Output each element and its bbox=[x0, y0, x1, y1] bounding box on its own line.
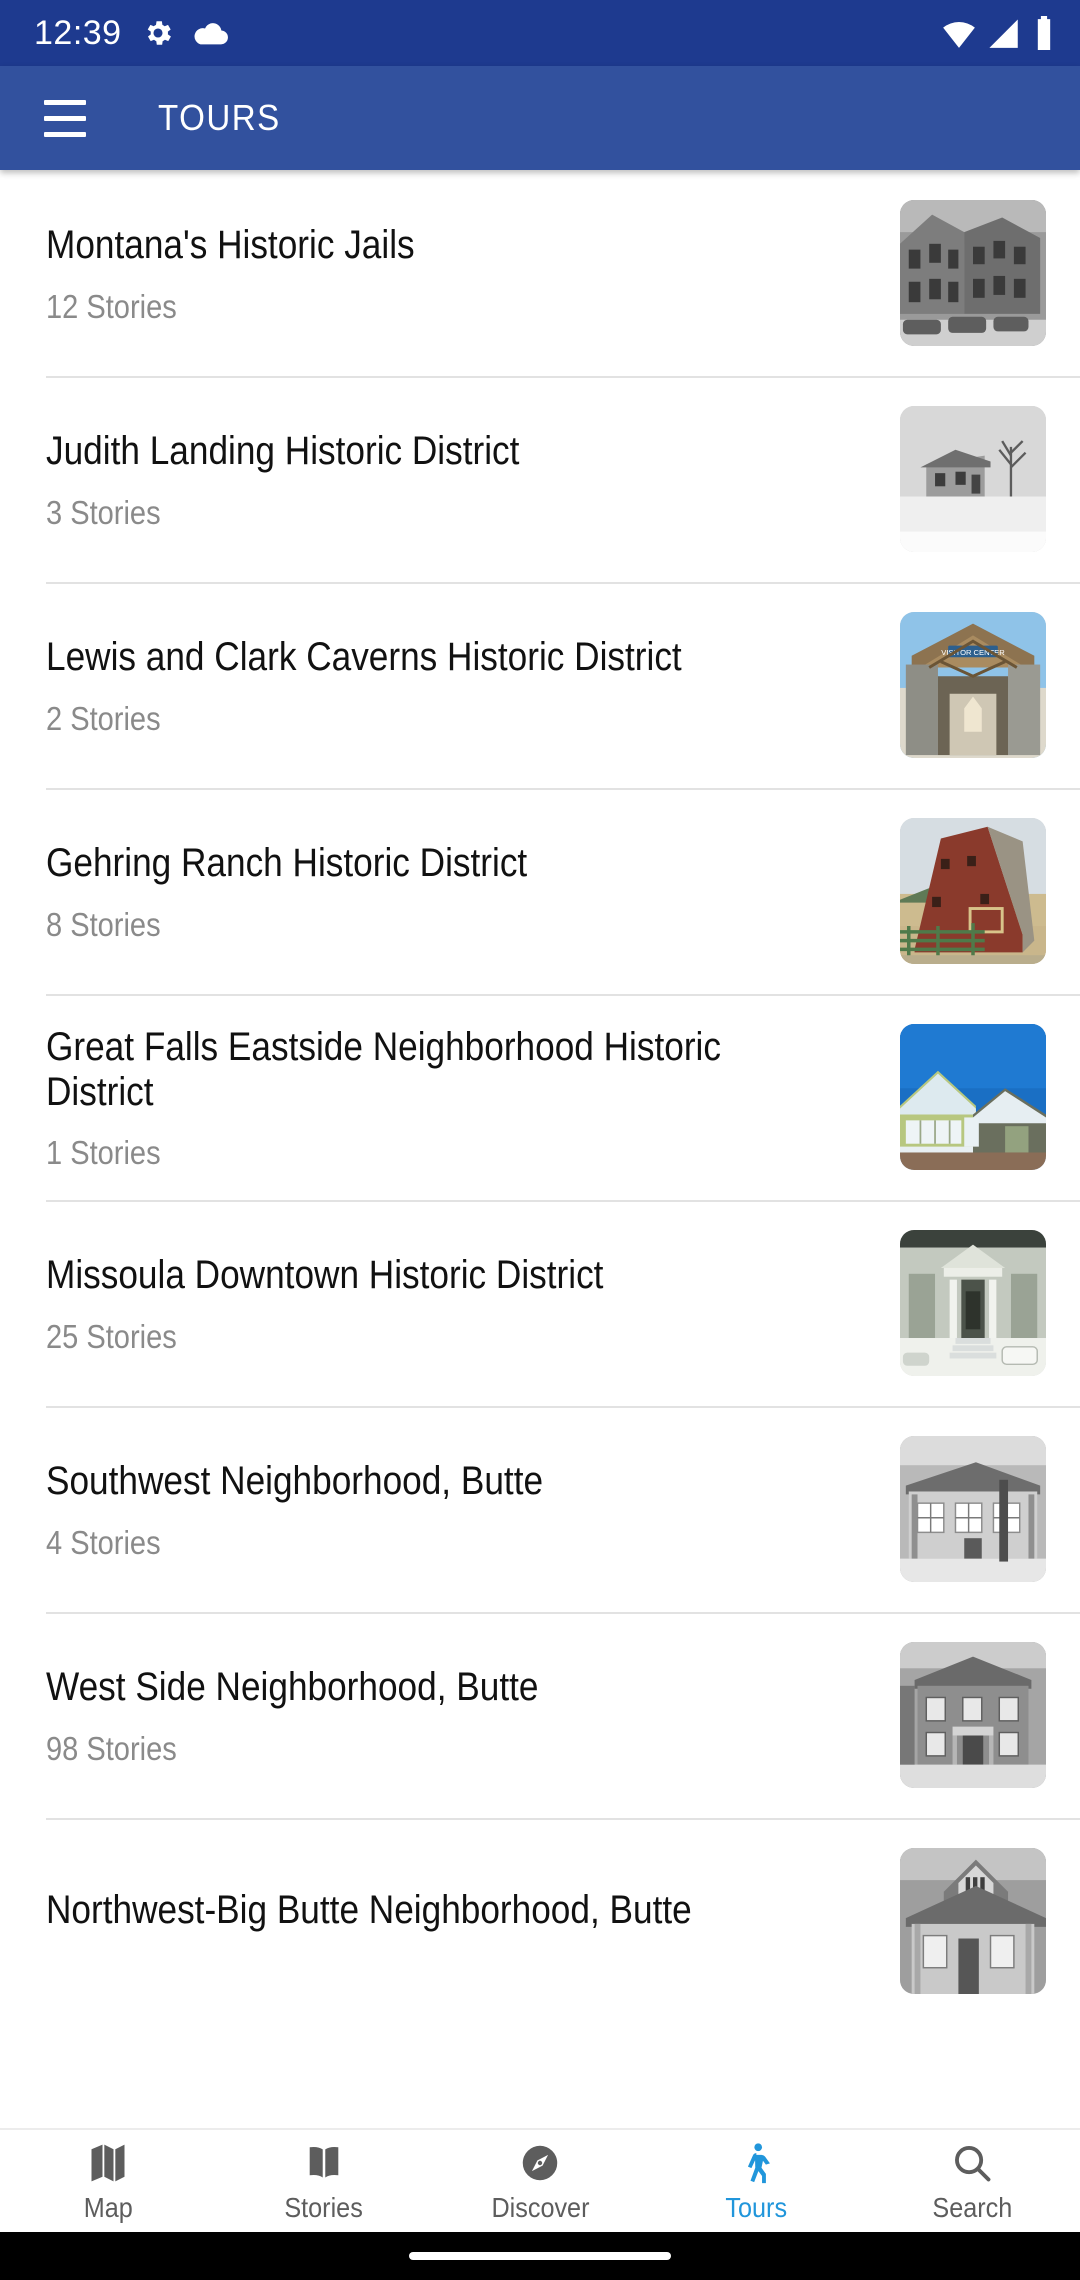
list-item[interactable]: Montana's Historic Jails 12 Stories bbox=[0, 170, 1080, 376]
list-item-title: Missoula Downtown Historic District bbox=[46, 1253, 604, 1298]
cloud-icon bbox=[194, 23, 228, 45]
bw-stone-building-thumbnail bbox=[900, 200, 1046, 346]
status-bar: 12:39 bbox=[0, 0, 1080, 66]
bw-house-porch-thumbnail bbox=[900, 1436, 1046, 1582]
open-book-icon bbox=[302, 2140, 346, 2186]
status-bar-left: 12:39 bbox=[34, 16, 228, 50]
wifi-icon bbox=[943, 21, 975, 48]
app-root: 12:39 TOURS Montana's Historic Jails 12 … bbox=[0, 0, 1080, 2280]
hamburger-bar bbox=[44, 131, 86, 137]
list-item-text: Montana's Historic Jails 12 Stories bbox=[46, 223, 900, 323]
page-title: TOURS bbox=[158, 97, 281, 138]
list-item-title: Gehring Ranch Historic District bbox=[46, 841, 528, 886]
green-bungalow-thumbnail bbox=[900, 1024, 1046, 1170]
list-item[interactable]: Gehring Ranch Historic District 8 Storie… bbox=[0, 788, 1080, 994]
bw-two-story-house-thumbnail bbox=[900, 1642, 1046, 1788]
list-item-text: Great Falls Eastside Neighborhood Histor… bbox=[46, 1025, 900, 1170]
list-item-text: Southwest Neighborhood, Butte 4 Stories bbox=[46, 1459, 900, 1559]
nav-label-stories: Stories bbox=[284, 2192, 364, 2223]
status-bar-clock: 12:39 bbox=[34, 14, 122, 52]
cellular-signal-icon bbox=[989, 19, 1018, 48]
nav-item-tours[interactable]: Tours bbox=[648, 2130, 864, 2232]
list-item-stories: 3 Stories bbox=[46, 493, 161, 531]
list-item-text: Missoula Downtown Historic District 25 S… bbox=[46, 1253, 900, 1353]
list-item-stories: 25 Stories bbox=[46, 1317, 177, 1355]
visitor-center-pavilion-thumbnail: VISITOR CENTER bbox=[900, 612, 1046, 758]
system-gesture-bar bbox=[0, 2232, 1080, 2280]
gesture-pill[interactable] bbox=[409, 2252, 671, 2260]
red-barn-thumbnail bbox=[900, 818, 1046, 964]
list-item-title: Northwest-Big Butte Neighborhood, Butte bbox=[46, 1887, 692, 1932]
hamburger-menu-icon[interactable] bbox=[34, 87, 96, 149]
list-item-title: West Side Neighborhood, Butte bbox=[46, 1665, 539, 1710]
nav-item-stories[interactable]: Stories bbox=[216, 2130, 432, 2232]
nav-label-search: Search bbox=[932, 2192, 1012, 2223]
list-item-stories: 98 Stories bbox=[46, 1729, 177, 1767]
hamburger-bar bbox=[44, 99, 86, 105]
list-item[interactable]: Great Falls Eastside Neighborhood Histor… bbox=[0, 994, 1080, 1200]
list-item-text: West Side Neighborhood, Butte 98 Stories bbox=[46, 1665, 900, 1765]
search-icon bbox=[950, 2140, 994, 2186]
list-item-text: Lewis and Clark Caverns Historic Distric… bbox=[46, 635, 900, 735]
list-item-title: Southwest Neighborhood, Butte bbox=[46, 1459, 544, 1504]
list-item-title: Great Falls Eastside Neighborhood Histor… bbox=[46, 1024, 721, 1114]
bw-gabled-house-thumbnail bbox=[900, 1848, 1046, 1994]
compass-icon bbox=[518, 2140, 562, 2186]
app-bar: TOURS bbox=[0, 66, 1080, 170]
list-item[interactable]: Judith Landing Historic District 3 Stori… bbox=[0, 376, 1080, 582]
list-item-title: Lewis and Clark Caverns Historic Distric… bbox=[46, 635, 682, 680]
nav-label-tours: Tours bbox=[725, 2192, 787, 2223]
nav-label-map: Map bbox=[83, 2192, 133, 2223]
list-item-stories: 12 Stories bbox=[46, 287, 177, 325]
list-item-stories: 2 Stories bbox=[46, 699, 161, 737]
nav-item-map[interactable]: Map bbox=[0, 2130, 216, 2232]
list-item-stories: 1 Stories bbox=[46, 1134, 161, 1172]
list-item[interactable]: Missoula Downtown Historic District 25 S… bbox=[0, 1200, 1080, 1406]
list-item-text: Judith Landing Historic District 3 Stori… bbox=[46, 429, 900, 529]
nav-item-search[interactable]: Search bbox=[864, 2130, 1080, 2232]
list-item-text: Gehring Ranch Historic District 8 Storie… bbox=[46, 841, 900, 941]
list-item[interactable]: Lewis and Clark Caverns Historic Distric… bbox=[0, 582, 1080, 788]
gear-icon bbox=[147, 21, 171, 45]
bottom-navigation-bar: Map Stories Discover Tours Search bbox=[0, 2128, 1080, 2232]
list-item-text: Northwest-Big Butte Neighborhood, Butte bbox=[46, 1888, 900, 1955]
list-item[interactable]: West Side Neighborhood, Butte 98 Stories bbox=[0, 1612, 1080, 1818]
tours-list[interactable]: Montana's Historic Jails 12 Stories Judi… bbox=[0, 170, 1080, 2128]
hamburger-bar bbox=[44, 115, 86, 121]
bw-columned-building-thumbnail bbox=[900, 1230, 1046, 1376]
status-bar-right bbox=[942, 16, 1054, 50]
bw-farmhouse-winter-thumbnail bbox=[900, 406, 1046, 552]
walking-person-icon bbox=[734, 2140, 778, 2186]
nav-item-discover[interactable]: Discover bbox=[432, 2130, 648, 2232]
list-item-title: Montana's Historic Jails bbox=[46, 223, 415, 268]
list-item-stories: 8 Stories bbox=[46, 905, 161, 943]
nav-label-discover: Discover bbox=[490, 2192, 590, 2223]
list-item[interactable]: Northwest-Big Butte Neighborhood, Butte bbox=[0, 1818, 1080, 2024]
battery-icon bbox=[1037, 16, 1051, 50]
map-icon bbox=[86, 2140, 130, 2186]
list-item[interactable]: Southwest Neighborhood, Butte 4 Stories bbox=[0, 1406, 1080, 1612]
list-item-title: Judith Landing Historic District bbox=[46, 429, 520, 474]
list-item-stories: 4 Stories bbox=[46, 1523, 161, 1561]
